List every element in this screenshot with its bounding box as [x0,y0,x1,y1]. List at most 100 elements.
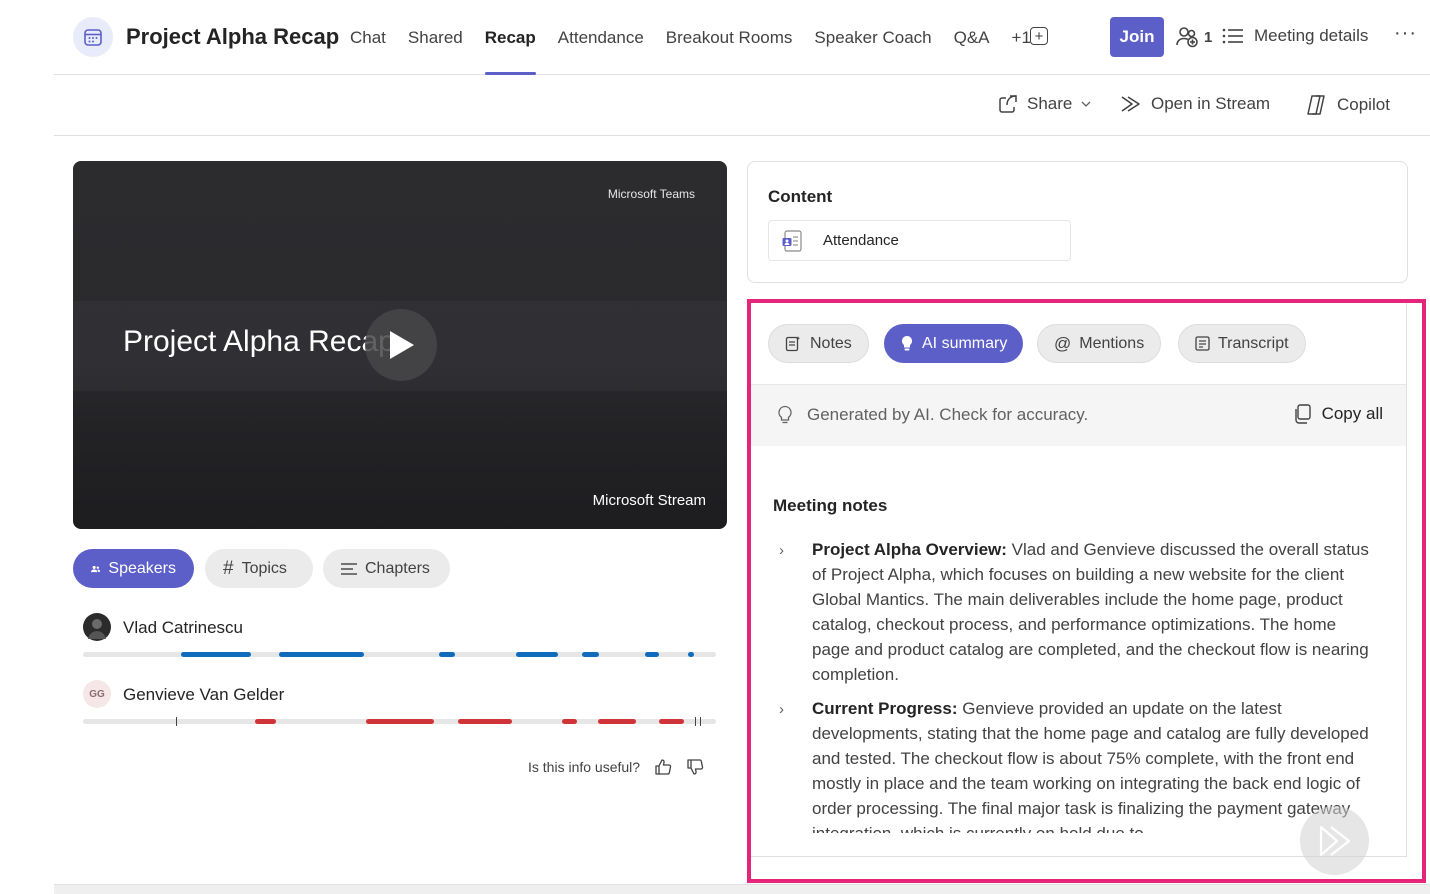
tab-mentions[interactable]: @ Mentions [1037,324,1162,363]
note-text: Vlad and Genvieve discussed the overall … [812,540,1369,684]
speaker-segment[interactable] [255,719,277,724]
tab-topics[interactable]: # Topics [205,549,313,588]
tab-ai-summary[interactable]: AI summary [884,324,1024,363]
recap-toolbar: Share Open in Stream Copilot [54,76,1430,136]
tab-speakers[interactable]: Speakers [73,549,194,588]
transcript-icon [1195,336,1210,351]
attendance-file[interactable]: Attendance [768,220,1071,261]
note-text: Genvieve provided an update on the lates… [812,699,1369,833]
play-icon [1319,825,1350,856]
speaker-name: Vlad Catrinescu [123,618,244,637]
list-item[interactable]: › Project Alpha Overview: Vlad and Genvi… [779,537,1369,687]
tab-topics-label: Topics [241,559,287,577]
bottom-scrollbar [54,884,1430,894]
open-in-stream-label: Open in Stream [1151,94,1271,113]
speaker-segment[interactable] [659,719,685,724]
meeting-details-label: Meeting details [1254,26,1369,45]
copilot-label: Copilot [1337,95,1390,114]
speaker-timeline[interactable] [83,652,716,657]
people-icon [91,565,101,572]
hashtag-icon: # [223,557,234,579]
copy-all-label: Copy all [1321,404,1383,423]
video-watermark-teams: Microsoft Teams [607,187,695,201]
content-card: Content Attendance [747,161,1408,283]
tab-notes[interactable]: Notes [768,324,869,363]
add-tab-icon[interactable]: + [1030,27,1048,45]
avatar [83,613,111,641]
notes-icon [785,336,801,352]
copy-all-button[interactable]: Copy all [1294,404,1383,424]
list-icon [1222,28,1243,44]
speaker-row[interactable]: Vlad Catrinescu [83,613,717,663]
play-icon [390,331,414,359]
share-button[interactable]: Share [998,94,1091,114]
note-title: Current Progress: [812,699,958,718]
speaker-segment[interactable] [181,652,251,657]
speaker-timeline[interactable] [83,717,716,726]
more-options-icon[interactable]: ··· [1394,22,1417,45]
participant-count: 1 [1204,28,1213,46]
tab-chapters-label: Chapters [365,559,430,577]
speaker-segment[interactable] [581,652,599,657]
note-title: Project Alpha Overview: [812,540,1007,559]
feedback-prompt: Is this info useful? [528,758,704,776]
attendance-file-label: Attendance [823,232,899,249]
speaker-segment[interactable] [645,652,660,657]
ai-disclaimer-bar: Generated by AI. Check for accuracy. Cop… [751,384,1406,446]
list-item[interactable]: › Current Progress: Genvieve provided an… [779,696,1369,833]
video-player[interactable]: Microsoft Teams Project Alpha Recap Micr… [73,161,727,529]
video-watermark-stream: Microsoft Stream [592,492,706,509]
meeting-title: Project Alpha Recap [126,24,340,49]
play-button[interactable] [365,309,437,381]
copy-icon [1294,404,1311,424]
video-title: Project Alpha Recap [123,325,395,358]
tab-speakers-label: Speakers [108,559,176,577]
tab-chat[interactable]: Chat [350,0,386,75]
chapters-icon [341,562,357,575]
chevron-down-icon [1081,101,1091,107]
speaker-segment[interactable] [688,652,695,657]
speaker-segment[interactable] [598,719,636,724]
chevron-right-icon[interactable]: › [779,697,784,722]
speaker-segment[interactable] [365,719,435,724]
tab-recap[interactable]: Recap [484,0,536,75]
share-icon [999,95,1017,113]
tab-chapters[interactable]: Chapters [323,549,450,588]
floating-play-button[interactable] [1300,806,1369,875]
speaker-segment[interactable] [458,719,513,724]
join-button[interactable]: Join [1110,17,1164,57]
share-label: Share [1027,94,1073,113]
tab-transcript-label: Transcript [1218,334,1289,352]
ai-disclaimer: Generated by AI. Check for accuracy. [777,405,1088,425]
speaker-segment[interactable] [279,652,365,657]
speaker-name: Genvieve Van Gelder [123,685,285,704]
lightbulb-icon [902,336,912,351]
tab-transcript[interactable]: Transcript [1178,324,1306,363]
open-in-stream-button[interactable]: Open in Stream [1120,94,1270,114]
meeting-header: Project Alpha Recap Chat Shared Recap At… [54,0,1430,75]
speaker-row[interactable]: GG Genvieve Van Gelder [83,680,717,730]
tab-mentions-label: Mentions [1079,334,1145,352]
speaker-segment[interactable] [515,652,558,657]
tab-attendance[interactable]: Attendance [558,0,644,75]
tab-qa[interactable]: Q&A [954,0,990,75]
participants-button[interactable]: 1 [1176,26,1212,48]
chevron-right-icon[interactable]: › [779,538,784,563]
tab-shared[interactable]: Shared [408,0,463,75]
copilot-button[interactable]: Copilot [1304,94,1390,116]
attendance-report-icon [782,229,802,252]
speaker-segment[interactable] [439,652,456,657]
people-icon [1176,27,1198,48]
tab-breakout-rooms[interactable]: Breakout Rooms [666,0,793,75]
tab-ai-summary-label: AI summary [922,334,1008,352]
tab-speaker-coach[interactable]: Speaker Coach [814,0,931,75]
thumbs-up-icon[interactable] [654,758,672,776]
speaker-segment[interactable] [562,719,577,724]
copilot-icon [1307,95,1325,115]
calendar-icon [73,17,113,57]
meeting-details-button[interactable]: Meeting details [1222,26,1368,46]
lightbulb-icon [778,405,792,424]
tab-notes-label: Notes [810,334,852,352]
tab-more-count[interactable]: +1 [1012,0,1031,75]
thumbs-down-icon[interactable] [686,758,704,776]
